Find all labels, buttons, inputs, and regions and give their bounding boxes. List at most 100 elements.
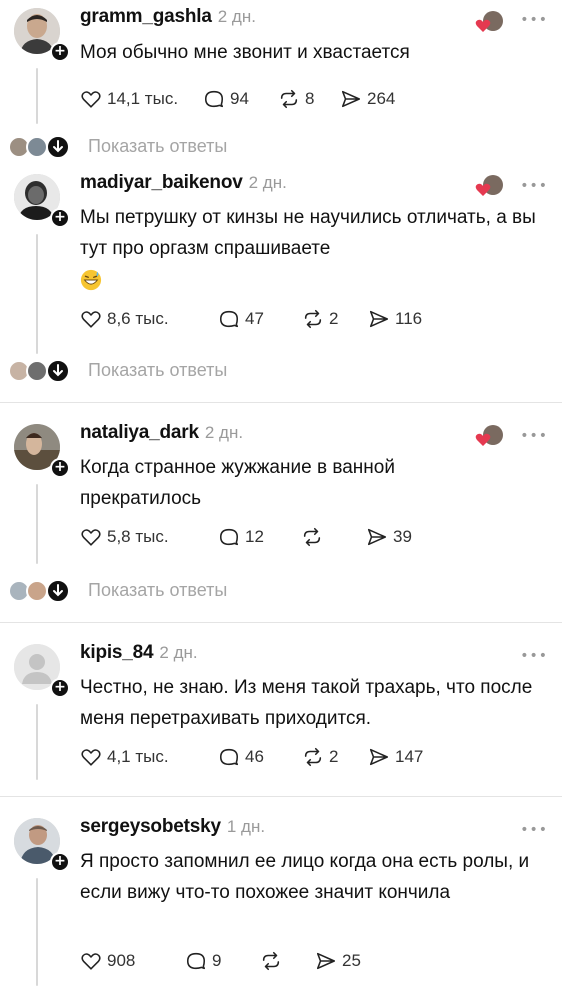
comment-bubble-icon bbox=[219, 528, 239, 546]
comment-post: + sergeysobetsky 1 дн. ••• Я просто запо… bbox=[0, 816, 562, 986]
heart-icon bbox=[81, 529, 101, 546]
more-options-icon[interactable]: ••• bbox=[520, 648, 548, 664]
show-replies-link[interactable]: Показать ответы bbox=[88, 136, 227, 157]
heart-icon bbox=[81, 749, 101, 766]
post-time: 2 дн. bbox=[217, 7, 256, 26]
share-button[interactable]: 39 bbox=[366, 526, 412, 548]
comment-count: 12 bbox=[245, 527, 264, 546]
comment-button[interactable]: 9 bbox=[185, 950, 260, 972]
like-button[interactable]: 5,8 тыс. bbox=[80, 526, 218, 548]
divider bbox=[0, 796, 562, 797]
comment-text: Мы петрушку от кинзы не научились отлича… bbox=[80, 207, 536, 259]
repost-button[interactable]: 8 bbox=[278, 88, 340, 110]
share-count: 264 bbox=[367, 89, 396, 108]
thread-line bbox=[36, 878, 38, 986]
comment-bubble-icon bbox=[186, 952, 206, 970]
repost-icon bbox=[304, 747, 322, 767]
comment-text: Моя обычно мне звонит и хвастается bbox=[80, 42, 410, 63]
chevron-down-icon bbox=[46, 579, 70, 603]
more-options-icon[interactable]: ••• bbox=[520, 428, 548, 444]
username[interactable]: kipis_84 bbox=[80, 642, 154, 664]
comment-text: Когда странное жужжание в ванной прекрат… bbox=[80, 457, 395, 509]
author-liked-heart-icon bbox=[475, 175, 503, 196]
share-button[interactable]: 116 bbox=[368, 308, 422, 330]
like-button[interactable]: 4,1 тыс. bbox=[80, 746, 218, 768]
show-replies-link[interactable]: Показать ответы bbox=[88, 360, 227, 381]
comment-count: 9 bbox=[212, 951, 222, 970]
username[interactable]: sergeysobetsky bbox=[80, 816, 221, 838]
post-time: 2 дн. bbox=[248, 173, 287, 192]
comment-bubble-icon bbox=[219, 748, 239, 766]
heart-icon bbox=[81, 953, 101, 970]
share-count: 25 bbox=[342, 951, 361, 970]
heart-icon bbox=[81, 91, 101, 108]
share-count: 147 bbox=[395, 747, 424, 766]
repost-icon bbox=[262, 951, 280, 971]
follow-plus-icon[interactable]: + bbox=[50, 678, 70, 698]
share-button[interactable]: 264 bbox=[340, 88, 395, 110]
chevron-down-icon bbox=[46, 135, 70, 159]
comment-count: 46 bbox=[245, 747, 264, 766]
share-count: 116 bbox=[395, 309, 423, 328]
comment-post: + gramm_gashla 2 дн. ••• Моя обычно мне … bbox=[0, 6, 562, 131]
like-button[interactable]: 908 bbox=[80, 950, 185, 972]
like-count: 5,8 тыс. bbox=[107, 527, 169, 546]
more-options-icon[interactable]: ••• bbox=[520, 12, 548, 28]
comment-button[interactable]: 12 bbox=[218, 526, 301, 548]
send-icon bbox=[369, 310, 389, 328]
reply-avatars bbox=[8, 358, 70, 384]
comment-count: 94 bbox=[230, 89, 249, 108]
more-options-icon[interactable]: ••• bbox=[520, 822, 548, 838]
share-count: 39 bbox=[393, 527, 412, 546]
repost-icon bbox=[303, 527, 321, 547]
follow-plus-icon[interactable]: + bbox=[50, 42, 70, 62]
send-icon bbox=[341, 90, 361, 108]
more-options-icon[interactable]: ••• bbox=[520, 178, 548, 194]
comment-count: 47 bbox=[245, 309, 264, 328]
comment-button[interactable]: 46 bbox=[218, 746, 302, 768]
comment-post: + madiyar_baikenov 2 дн. ••• Мы петрушку… bbox=[0, 172, 562, 354]
repost-button[interactable]: 2 bbox=[302, 746, 368, 768]
thread-line bbox=[36, 484, 38, 564]
like-count: 908 bbox=[107, 951, 136, 970]
repost-button[interactable] bbox=[301, 526, 366, 548]
author-liked-heart-icon bbox=[475, 11, 503, 32]
like-count: 8,6 тыс. bbox=[107, 309, 169, 328]
comment-bubble-icon bbox=[204, 90, 224, 108]
repost-button[interactable]: 2 bbox=[302, 308, 368, 330]
chevron-down-icon bbox=[46, 359, 70, 383]
comment-button[interactable]: 94 bbox=[203, 88, 278, 110]
send-icon bbox=[316, 952, 336, 970]
send-icon bbox=[367, 528, 387, 546]
grinning-sweat-emoji-icon bbox=[80, 269, 102, 291]
post-time: 1 дн. bbox=[226, 817, 266, 836]
share-button[interactable]: 147 bbox=[368, 746, 423, 768]
post-time: 2 дн. bbox=[204, 423, 244, 442]
like-button[interactable]: 14,1 тыс. bbox=[80, 88, 203, 110]
username[interactable]: madiyar_baikenov bbox=[80, 172, 243, 194]
comment-button[interactable]: 47 bbox=[218, 308, 302, 330]
show-replies-row[interactable]: Показать ответы bbox=[0, 576, 562, 606]
reply-avatars bbox=[8, 578, 70, 604]
show-replies-row[interactable]: Показать ответы bbox=[0, 356, 562, 386]
like-button[interactable]: 8,6 тыс. bbox=[80, 308, 218, 330]
comment-text: Я просто запомнил ее лицо когда она есть… bbox=[80, 851, 530, 903]
share-button[interactable]: 25 bbox=[315, 950, 361, 972]
show-replies-link[interactable]: Показать ответы bbox=[88, 580, 227, 601]
show-replies-row[interactable]: Показать ответы bbox=[0, 132, 562, 162]
follow-plus-icon[interactable]: + bbox=[50, 852, 70, 872]
reply-avatars bbox=[8, 134, 70, 160]
repost-icon bbox=[280, 89, 298, 109]
comment-text: Честно, не знаю. Из меня такой трахарь, … bbox=[80, 677, 533, 729]
follow-plus-icon[interactable]: + bbox=[50, 208, 70, 228]
author-liked-heart-icon bbox=[475, 425, 503, 446]
follow-plus-icon[interactable]: + bbox=[50, 458, 70, 478]
username[interactable]: gramm_gashla bbox=[80, 6, 212, 28]
divider bbox=[0, 622, 562, 623]
repost-count: 8 bbox=[305, 89, 315, 108]
repost-button[interactable] bbox=[260, 950, 315, 972]
thread-line bbox=[36, 234, 38, 354]
repost-icon bbox=[304, 309, 322, 329]
send-icon bbox=[369, 748, 389, 766]
username[interactable]: nataliya_dark bbox=[80, 422, 199, 444]
